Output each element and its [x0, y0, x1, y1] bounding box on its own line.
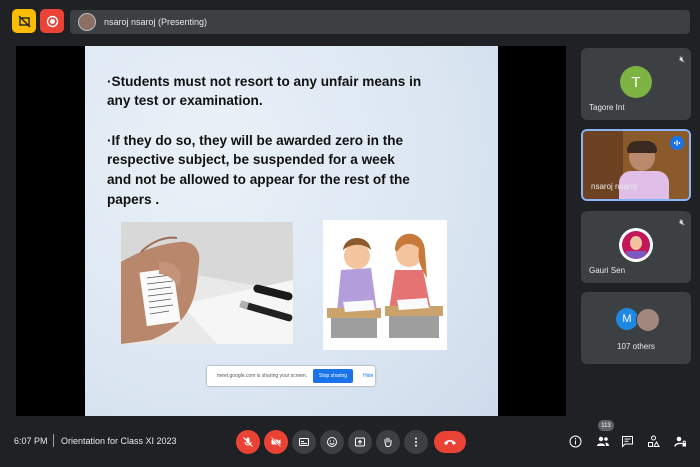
people-icon — [597, 436, 609, 446]
meeting-details-button[interactable] — [568, 434, 582, 448]
raise-hand-button[interactable] — [376, 430, 400, 454]
participant-name: Gauri Sen — [589, 266, 626, 275]
slide-bullet-1-line-1: ·Students must not resort to any unfair … — [107, 74, 422, 89]
people-button[interactable] — [596, 434, 610, 448]
mic-off-icon: 🔇︎ — [679, 217, 685, 227]
mic-off-icon: 🔇︎ — [679, 54, 685, 64]
screen-share-banner: meet.google.com is sharing your screen. … — [207, 366, 375, 386]
share-message: meet.google.com is sharing your screen. — [217, 373, 308, 379]
participant-initial: M — [622, 313, 632, 325]
chat-icon — [621, 435, 633, 448]
participant-initial: T — [631, 73, 641, 91]
slide-bullet-2-line-4: papers . — [107, 192, 160, 207]
slide-bullet-1-line-2: any test or examination. — [107, 93, 263, 108]
divider — [53, 434, 54, 447]
students-cartoon — [323, 220, 447, 350]
activities-icon — [647, 435, 660, 447]
stop-sharing-button[interactable]: Stop sharing — [313, 369, 354, 383]
presentation-off-icon[interactable] — [12, 9, 36, 33]
emoji-icon — [327, 437, 337, 447]
presenting-bar: nsaroj nsaroj (Presenting) — [70, 10, 690, 34]
others-tile[interactable]: M 107 others — [581, 292, 691, 364]
people-count-badge: 113 — [598, 420, 614, 431]
participant-avatar: T — [620, 66, 652, 98]
camera-off-icon — [270, 436, 282, 448]
present-screen-button[interactable] — [348, 430, 372, 454]
participant-avatar — [619, 228, 653, 262]
lock-person-icon — [673, 436, 686, 447]
meeting-title: Orientation for Class XI 2023 — [61, 436, 177, 446]
captions-icon — [299, 438, 309, 446]
host-controls-button[interactable] — [673, 434, 687, 448]
participant-tile-3[interactable]: 🔇︎ Gauri Sen — [581, 211, 691, 283]
hang-up-icon — [444, 440, 456, 445]
participant-avatar — [636, 308, 660, 332]
chat-button[interactable] — [620, 434, 634, 448]
mic-off-icon — [243, 437, 253, 447]
mic-toggle-button[interactable] — [236, 430, 260, 454]
camera-toggle-button[interactable] — [264, 430, 288, 454]
participant-name: nsaroj nsaroj — [591, 182, 637, 191]
recording-icon[interactable] — [40, 9, 64, 33]
captions-button[interactable] — [292, 430, 316, 454]
presenter-label: nsaroj nsaroj (Presenting) — [104, 17, 208, 27]
hide-banner-button[interactable]: Hide — [363, 373, 373, 379]
clock: 6:07 PM — [14, 436, 48, 446]
more-vert-icon — [415, 437, 417, 447]
activities-button[interactable] — [646, 434, 660, 448]
participant-tile-2[interactable]: nsaroj nsaroj — [581, 129, 691, 201]
participant-name: Tagore Int — [589, 103, 625, 112]
cheating-photo — [121, 222, 293, 344]
speaking-indicator-icon — [670, 136, 684, 150]
slide-bullet-2-line-1: ·If they do so, they will be awarded zer… — [107, 133, 404, 148]
end-call-button[interactable] — [434, 431, 466, 453]
present-icon — [355, 437, 365, 447]
slide-bullet-2-line-3: and not be allowed to appear for the res… — [107, 172, 410, 187]
participant-avatar: M — [616, 308, 638, 330]
info-icon — [569, 435, 581, 447]
others-count: 107 others — [617, 342, 655, 351]
shared-slide: ·Students must not resort to any unfair … — [85, 46, 498, 416]
reactions-button[interactable] — [320, 430, 344, 454]
more-options-button[interactable] — [404, 430, 428, 454]
slide-bullet-2-line-2: respective subject, be suspended for a w… — [107, 152, 395, 167]
presenter-avatar — [78, 13, 96, 31]
participant-tile-1[interactable]: T 🔇︎ Tagore Int — [581, 48, 691, 120]
hand-icon — [384, 437, 392, 447]
